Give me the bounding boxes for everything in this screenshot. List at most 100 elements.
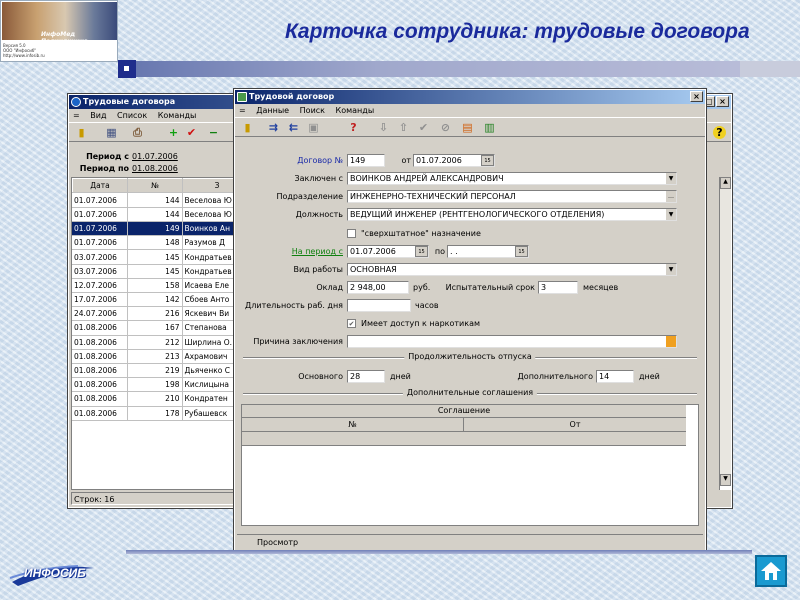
ellipsis-icon[interactable]: …	[665, 191, 676, 202]
chevron-down-icon[interactable]: ▼	[665, 173, 676, 184]
title-underline-bar-end	[740, 61, 800, 77]
close-button[interactable]: ×	[716, 96, 729, 107]
exit-icon[interactable]: ▮	[75, 126, 88, 139]
calendar-icon[interactable]: 15	[415, 246, 428, 257]
agreements-group: Дополнительные соглашения	[243, 388, 697, 398]
probation-field[interactable]: 3	[538, 281, 578, 294]
menu-search[interactable]: Поиск	[300, 106, 325, 115]
day-length-field[interactable]	[347, 299, 411, 312]
check-icon[interactable]: ✔	[417, 121, 430, 134]
contract-date-field[interactable]: 01.07.2006 15	[413, 154, 495, 167]
table-row[interactable]: 01.07.2006 149 Воинков Ан	[72, 221, 235, 237]
menu-commands[interactable]: Команды	[336, 106, 375, 115]
table-row[interactable]: 12.07.2006 158 Исаева Еле	[72, 278, 235, 294]
table-row[interactable]: 01.08.2006 210 Кондратен	[72, 391, 235, 407]
add-vacation-field[interactable]: 14	[596, 370, 634, 383]
period-to-field[interactable]: . . 15	[447, 245, 529, 258]
salary-unit: руб.	[413, 283, 431, 292]
exit-icon[interactable]: ▮	[241, 121, 254, 134]
table-row[interactable]: 03.07.2006 145 Кондратьев	[72, 264, 235, 279]
table-row[interactable]: 01.07.2006 144 Веселова Ю	[72, 207, 235, 223]
save-icon[interactable]: ▣	[307, 121, 320, 134]
refresh-icon[interactable]: ▤	[461, 121, 474, 134]
table-row[interactable]: 01.07.2006 144 Веселова Ю	[72, 193, 235, 208]
move-left-icon[interactable]: ⇇	[287, 121, 300, 134]
menu-view[interactable]: Вид	[90, 111, 106, 120]
table-row[interactable]: 01.07.2006 148 Разумов Д	[72, 235, 235, 251]
row-number: 213	[127, 349, 183, 364]
table-row[interactable]: 24.07.2006 216 Яскевич Ви	[72, 306, 235, 322]
cancel-icon[interactable]: ⊘	[439, 121, 452, 134]
agreements-empty-row[interactable]	[242, 432, 686, 446]
arrow-up-icon[interactable]: ⇧	[397, 121, 410, 134]
scrollbar-down[interactable]: ▼	[720, 474, 731, 486]
employee-select[interactable]: ВОИНКОВ АНДРЕЙ АЛЕКСАНДРОВИЧ ▼	[347, 172, 677, 185]
contract-number-label: Договор №	[297, 156, 343, 165]
help-icon[interactable]: ?	[713, 126, 726, 139]
period-label[interactable]: На период с	[235, 245, 343, 258]
row-employee: Дьяченко С	[182, 363, 235, 379]
col-agreement-date[interactable]: От	[464, 418, 686, 431]
home-button[interactable]	[755, 555, 787, 587]
search-icon[interactable]: ?	[347, 121, 360, 134]
period-from-field[interactable]: 01.07.2006 15	[347, 245, 429, 258]
table-row[interactable]: 03.07.2006 145 Кондратьев	[72, 249, 235, 265]
remove-icon[interactable]: −	[207, 126, 220, 139]
table-row[interactable]: 01.08.2006 219 Дьяченко С	[72, 363, 235, 379]
department-field[interactable]: ИНЖЕНЕРНО-ТЕХНИЧЕСКИЙ ПЕРСОНАЛ…	[347, 190, 677, 203]
col-agreement-number[interactable]: №	[242, 418, 464, 431]
move-right-icon[interactable]: ⇉	[267, 121, 280, 134]
report-icon[interactable]: ▥	[483, 121, 496, 134]
work-type-select[interactable]: ОСНОВНАЯ ▼	[347, 263, 677, 276]
position-label: Должность	[295, 210, 343, 219]
lookup-icon[interactable]	[665, 336, 676, 347]
menu-system[interactable]: =	[73, 111, 80, 120]
table-row[interactable]: 01.08.2006 212 Ширлина О.	[72, 335, 235, 350]
table-row[interactable]: 01.08.2006 167 Степанова	[72, 320, 235, 336]
view-mode-tab[interactable]: Просмотр	[257, 537, 298, 548]
table-row[interactable]: 01.08.2006 213 Ахрамович	[72, 349, 235, 364]
col-employee[interactable]: З	[182, 178, 235, 194]
row-number: 142	[127, 292, 183, 308]
probation-unit: месяцев	[583, 283, 619, 292]
menu-commands[interactable]: Команды	[158, 111, 197, 120]
contract-card-titlebar: Трудовой договор ×	[235, 90, 705, 104]
table-row[interactable]: 01.08.2006 198 Кислицына	[72, 377, 235, 393]
print-icon[interactable]: ⎙	[131, 126, 144, 139]
confirm-icon[interactable]: ✔	[185, 126, 198, 139]
row-number: 145	[127, 264, 183, 279]
calculator-icon[interactable]: ▦	[105, 126, 118, 139]
position-select[interactable]: ВЕДУЩИЙ ИНЖЕНЕР (РЕНТГЕНОЛОГИЧЕСКОГО ОТД…	[347, 208, 677, 221]
add-icon[interactable]: +	[167, 126, 180, 139]
row-date: 01.08.2006	[72, 377, 128, 393]
period-to-value[interactable]: 01.08.2006	[132, 162, 178, 175]
scrollbar-up[interactable]: ▲	[720, 177, 731, 189]
salary-field[interactable]: 2 948,00	[347, 281, 409, 294]
main-vacation-field[interactable]: 28	[347, 370, 385, 383]
agreements-grid: Соглашение № От	[241, 404, 699, 526]
col-date[interactable]: Дата	[72, 178, 128, 194]
extra-staff-checkbox[interactable]	[347, 229, 356, 238]
menu-bar: = Данные Поиск Команды	[235, 104, 705, 117]
row-date: 01.08.2006	[72, 349, 128, 364]
chevron-down-icon[interactable]: ▼	[665, 209, 676, 220]
contract-icon	[237, 92, 247, 102]
table-row[interactable]: 01.08.2006 178 Рубашевск	[72, 406, 235, 421]
scrollbar-track[interactable]	[720, 189, 731, 474]
menu-data[interactable]: Данные	[256, 106, 289, 115]
calendar-icon[interactable]: 15	[481, 155, 494, 166]
calendar-icon[interactable]: 15	[515, 246, 528, 257]
row-employee: Кондратьев	[182, 264, 235, 279]
table-row[interactable]: 17.07.2006 142 Сбоев Анто	[72, 292, 235, 308]
row-number: 178	[127, 406, 183, 421]
menu-list[interactable]: Список	[117, 111, 147, 120]
close-button[interactable]: ×	[690, 91, 703, 102]
menu-system[interactable]: =	[239, 106, 246, 115]
contract-number-field[interactable]: 149	[347, 154, 385, 167]
department-label: Подразделение	[276, 192, 343, 201]
col-number[interactable]: №	[127, 178, 183, 194]
chevron-down-icon[interactable]: ▼	[665, 264, 676, 275]
arrow-down-icon[interactable]: ⇩	[377, 121, 390, 134]
narcotics-checkbox[interactable]: ✔	[347, 319, 356, 328]
reason-field[interactable]	[347, 335, 677, 348]
